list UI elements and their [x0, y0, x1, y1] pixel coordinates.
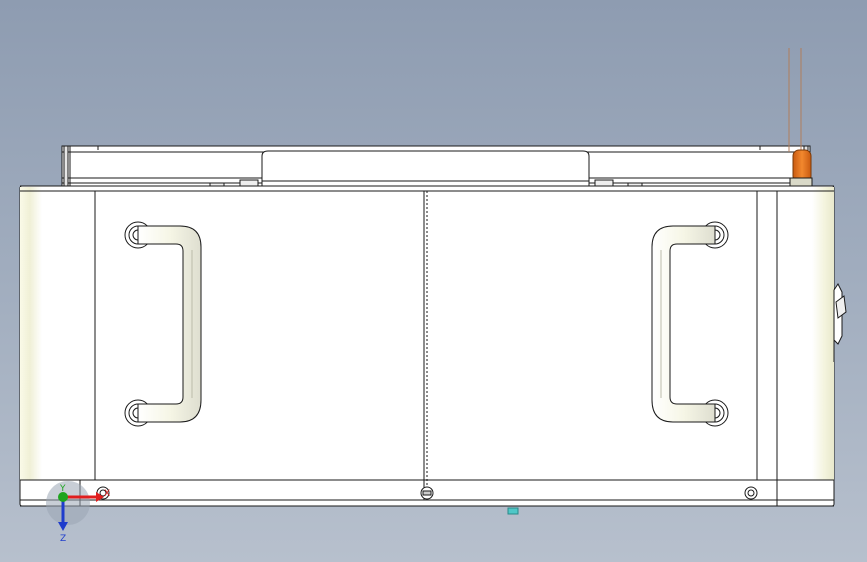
triad-shadow — [46, 481, 90, 525]
top-lid-frame — [61, 145, 811, 188]
side-latch — [833, 283, 847, 362]
triad-x-label: X — [104, 489, 110, 499]
foot-marker — [507, 507, 519, 515]
orange-fitting — [792, 149, 812, 183]
triad-y-label: Y — [59, 484, 66, 494]
triad-z-label: Z — [60, 534, 66, 544]
cad-graphics-viewport[interactable]: Y X Z — [0, 0, 867, 562]
cad-model-drawing[interactable]: Y X Z — [0, 0, 867, 562]
